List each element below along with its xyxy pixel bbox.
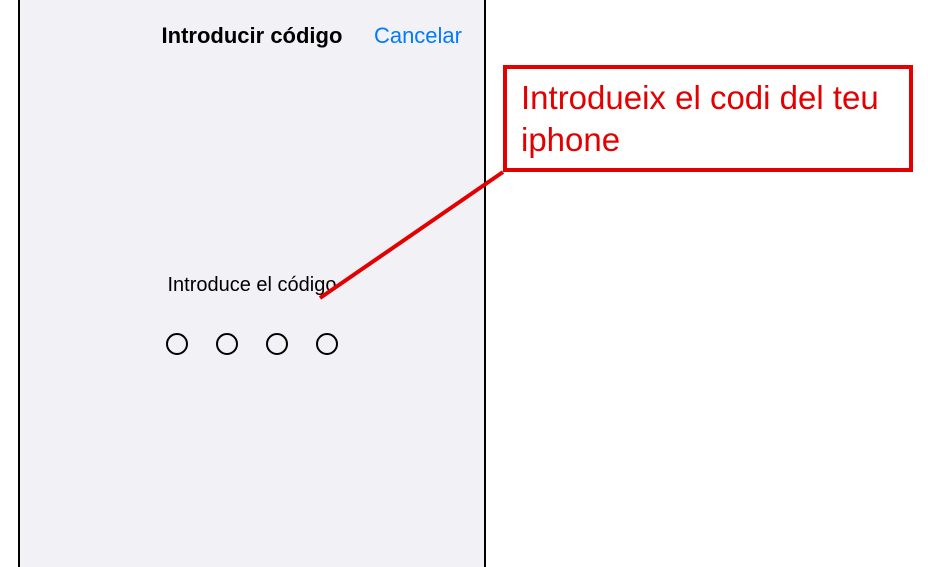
phone-frame: Introducir código Cancelar Introduce el …	[18, 0, 486, 567]
passcode-dot	[266, 333, 288, 355]
passcode-dot	[166, 333, 188, 355]
passcode-input[interactable]	[24, 333, 480, 355]
passcode-sheet: Introducir código Cancelar Introduce el …	[24, 8, 480, 567]
annotation-text: Introdueix el codi del teu iphone	[521, 77, 895, 160]
annotation-callout: Introdueix el codi del teu iphone	[503, 65, 913, 172]
passcode-prompt: Introduce el código	[24, 274, 480, 297]
passcode-dot	[316, 333, 338, 355]
cancel-button[interactable]: Cancelar	[374, 23, 462, 49]
header-title: Introducir código	[162, 23, 343, 49]
passcode-content: Introduce el código	[24, 274, 480, 355]
passcode-dot	[216, 333, 238, 355]
sheet-header: Introducir código Cancelar	[24, 8, 480, 64]
